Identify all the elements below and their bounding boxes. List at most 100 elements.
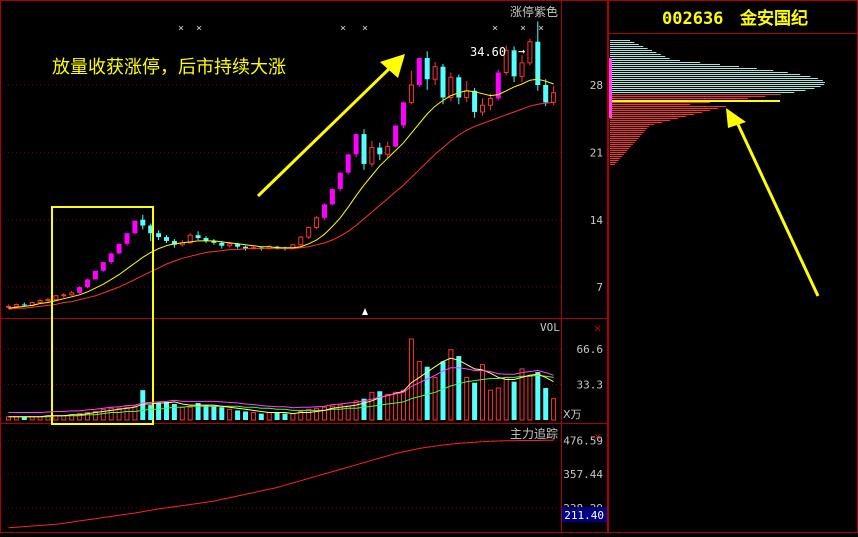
candle — [61, 292, 67, 298]
stock-chart-window: 涨停紫色 7 14 21 28 × × × × × × × 放量收获涨停，后市持续大涨 34… — [0, 0, 858, 533]
candle — [108, 252, 114, 265]
peak-arrow-icon: → — [518, 44, 525, 58]
volume-bar — [274, 412, 280, 420]
candle — [487, 93, 493, 111]
chip-distribution — [609, 40, 825, 165]
candle — [100, 262, 106, 272]
chip-bar — [610, 162, 617, 163]
volume-bar — [495, 387, 501, 421]
volume-bar — [266, 412, 272, 421]
volume-bar — [487, 389, 493, 421]
volume-bar — [132, 405, 138, 421]
chip-bar — [610, 142, 635, 143]
chip-bar — [610, 152, 626, 153]
chip-arrow — [726, 108, 820, 297]
chip-bar — [610, 102, 711, 103]
chip-bar — [610, 134, 642, 135]
volume-ma-short — [8, 357, 554, 418]
chip-bar — [610, 70, 774, 71]
chip-bar — [610, 136, 641, 137]
chip-bar — [610, 76, 811, 77]
flow-axis: 238.29357.44476.59 — [563, 434, 603, 515]
candle — [424, 51, 430, 90]
volume-bar — [156, 402, 162, 420]
chip-bar — [610, 106, 726, 107]
candle — [511, 46, 517, 83]
volume-ma-mid — [8, 367, 554, 413]
moving-average-lines — [8, 78, 554, 310]
volume-bar — [464, 376, 470, 421]
chip-bar — [610, 82, 825, 83]
chip-bar — [610, 78, 818, 79]
volume-bar — [171, 404, 177, 420]
volume-bar — [543, 388, 549, 420]
volume-bar — [61, 415, 67, 421]
candle — [203, 236, 209, 243]
marker-x: × — [492, 23, 498, 34]
close-volume-icon[interactable]: ✕ — [594, 321, 601, 335]
flow-tick-label: 357.44 — [563, 468, 603, 481]
annotation-text: 放量收获涨停，后市持续大涨 — [52, 57, 286, 78]
price-tick-label: 28 — [590, 79, 603, 92]
chip-bar — [610, 132, 644, 133]
volume-bar — [306, 408, 312, 421]
chip-bar — [610, 52, 657, 53]
chip-bar — [610, 116, 686, 117]
chip-bar — [610, 50, 652, 51]
chip-bar — [610, 44, 639, 45]
marker-x: × — [196, 23, 202, 34]
x-markers: × × × × × × × — [178, 23, 544, 34]
highlight-box — [51, 206, 154, 425]
volume-bar — [290, 413, 296, 421]
candle — [361, 129, 367, 170]
peak-price-label: 34.60 — [470, 45, 506, 59]
chip-bar — [610, 158, 621, 159]
candle — [543, 79, 549, 107]
flow-line-series — [8, 439, 554, 529]
panel-frames — [0, 0, 858, 533]
volume-bar — [116, 407, 122, 421]
marker-x: × — [340, 23, 346, 34]
candle — [211, 239, 217, 245]
candle — [519, 55, 525, 83]
candle — [314, 215, 320, 230]
chip-bar — [610, 126, 650, 127]
marker-x: × — [362, 23, 368, 34]
chip-bar — [610, 68, 757, 69]
candle — [156, 230, 162, 240]
chip-bar — [610, 104, 691, 105]
volume-bar — [211, 406, 217, 420]
candle — [416, 58, 422, 87]
chip-bar — [610, 42, 635, 43]
candle — [85, 278, 90, 289]
volume-bar — [322, 406, 327, 421]
candle — [37, 298, 43, 304]
chip-bar — [610, 92, 795, 93]
cursor-marker — [362, 308, 368, 315]
volume-unit: X万 — [563, 408, 582, 421]
volume-ma-lines — [8, 357, 554, 418]
chip-bar — [610, 62, 701, 63]
flow-line — [8, 439, 554, 529]
ma-slow-line — [8, 101, 554, 310]
flow-tick-label: 476.59 — [563, 434, 603, 447]
chip-bar — [610, 164, 615, 165]
volume-bar — [424, 366, 430, 420]
volume-bar — [416, 360, 422, 421]
chart-svg: 涨停紫色 7 14 21 28 × × × × × × × 放量收获涨停，后市持续大涨 34… — [0, 0, 858, 533]
chip-bar — [610, 90, 806, 91]
volume-bar — [124, 406, 130, 421]
current-flow-value: 211.40 — [564, 509, 604, 522]
candle — [527, 38, 533, 66]
price-tick-label: 14 — [590, 214, 604, 227]
chip-bar — [610, 148, 630, 149]
chip-bar — [610, 72, 788, 73]
ma-fast-line — [8, 78, 554, 309]
candle — [495, 69, 501, 101]
candle — [195, 231, 201, 240]
volume-bar — [282, 413, 288, 420]
chip-bar — [610, 98, 749, 99]
candle — [401, 101, 406, 129]
volume-bar — [258, 413, 264, 420]
price-tick-label: 21 — [590, 146, 603, 159]
